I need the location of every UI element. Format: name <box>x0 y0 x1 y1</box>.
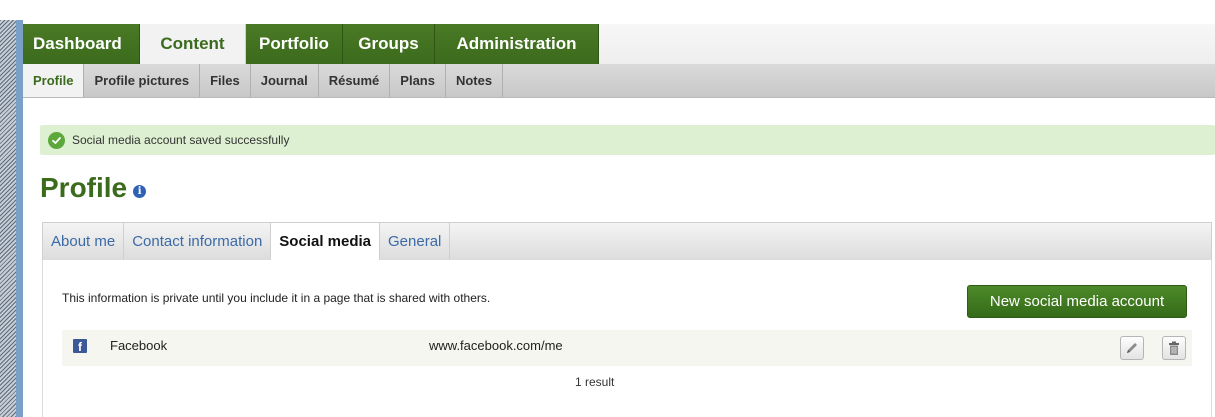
result-count: 1 result <box>575 375 615 389</box>
left-decorative-strip <box>0 20 16 417</box>
profile-tabs: About me Contact information Social medi… <box>42 222 1212 263</box>
left-edge-bar <box>16 20 23 417</box>
edit-button[interactable] <box>1120 336 1144 360</box>
page-title-text: Profile <box>40 172 128 203</box>
account-url: www.facebook.com/me <box>429 338 563 353</box>
subnav-files[interactable]: Files <box>200 64 251 97</box>
info-icon[interactable]: i <box>133 184 147 198</box>
subnav-resume[interactable]: Résumé <box>319 64 391 97</box>
pencil-icon <box>1127 343 1137 353</box>
subnav-plans[interactable]: Plans <box>390 64 446 97</box>
subnav-profile[interactable]: Profile <box>23 64 85 97</box>
success-message-text: Social media account saved successfully <box>72 133 290 147</box>
delete-button[interactable] <box>1162 336 1186 360</box>
sub-navigation-bar: Profile Profile pictures Files Journal R… <box>23 64 1215 98</box>
nav-tab-administration[interactable]: Administration <box>435 24 599 64</box>
nav-tab-content[interactable]: Content <box>140 24 246 64</box>
tab-social-media[interactable]: Social media <box>271 223 381 263</box>
facebook-icon: f <box>73 339 87 353</box>
tab-general[interactable]: General <box>380 223 451 261</box>
page-title: Profile i <box>40 170 147 206</box>
success-message: Social media account saved successfully <box>40 125 1215 155</box>
trash-icon <box>1169 341 1179 355</box>
table-row: f Facebook www.facebook.com/me <box>62 330 1192 366</box>
tab-contact-information[interactable]: Contact information <box>124 223 272 261</box>
main-navigation-bar: Dashboard Content Portfolio Groups Admin… <box>23 24 1215 64</box>
account-name: Facebook <box>110 338 168 353</box>
subnav-profile-pictures[interactable]: Profile pictures <box>84 64 201 97</box>
check-circle-icon <box>48 131 65 149</box>
main-nav: Dashboard Content Portfolio Groups Admin… <box>23 24 1215 64</box>
nav-tab-portfolio[interactable]: Portfolio <box>246 24 343 64</box>
subnav-journal[interactable]: Journal <box>251 64 319 97</box>
page: Dashboard Content Portfolio Groups Admin… <box>0 0 1215 417</box>
subnav-notes[interactable]: Notes <box>446 64 504 97</box>
tab-about-me[interactable]: About me <box>43 223 125 261</box>
privacy-description: This information is private until you in… <box>62 291 491 305</box>
new-social-media-account-button[interactable]: New social media account <box>967 285 1187 318</box>
social-media-panel: This information is private until you in… <box>42 260 1212 417</box>
nav-tab-groups[interactable]: Groups <box>343 24 435 64</box>
nav-tab-dashboard[interactable]: Dashboard <box>23 24 140 64</box>
